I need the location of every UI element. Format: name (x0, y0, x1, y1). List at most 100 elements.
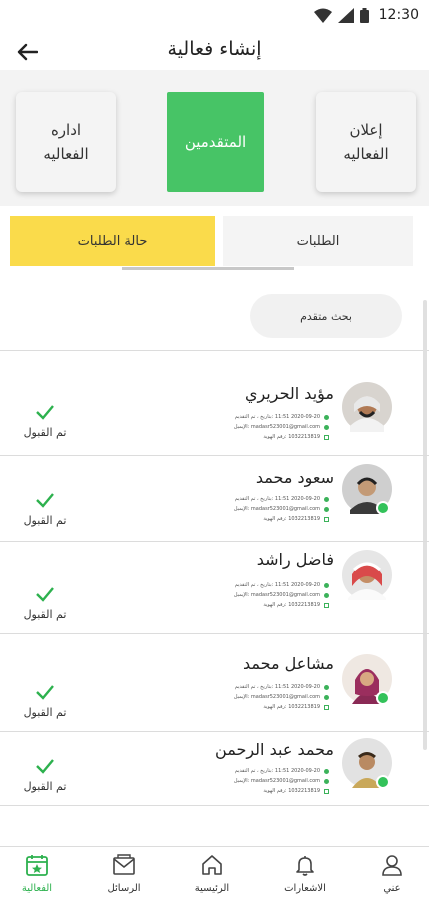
check-icon (36, 587, 54, 602)
clock-icon (324, 496, 329, 502)
clock-icon (324, 414, 329, 420)
step-applicants[interactable]: المتقدمين (167, 92, 264, 192)
id-card-icon (324, 788, 329, 794)
applicant-name: مشاعل محمد (242, 654, 334, 673)
applicant-meta: 2020-09-20 11:51 :بتاريخ ، تم التقديم ma… (179, 412, 329, 442)
applicant-name: مؤيد الحريري (244, 384, 334, 403)
applied-date: 2020-09-20 11:51 :بتاريخ ، تم التقديم (179, 494, 329, 504)
mail-icon (324, 424, 329, 430)
mail-icon (113, 854, 135, 875)
online-indicator (376, 691, 390, 705)
applicant-id: 1032213819 :رقم الهوية (179, 600, 329, 610)
applied-date: 2020-09-20 11:51 :بتاريخ ، تم التقديم (179, 580, 329, 590)
avatar (342, 550, 392, 600)
applicant-row[interactable]: سعود محمد 2020-09-20 11:51 :بتاريخ ، تم … (0, 456, 429, 542)
divider (0, 350, 429, 351)
applicant-name: محمد عبد الرحمن (215, 740, 334, 759)
applicant-email: madasr523001@gmail.com :الإيميل (179, 504, 329, 514)
applicant-email: madasr523001@gmail.com :الإيميل (179, 422, 329, 432)
bell-icon (296, 856, 314, 876)
tab-requests-status[interactable]: حالة الطلبات (10, 216, 215, 266)
applicant-name: سعود محمد (255, 468, 334, 487)
avatar (342, 382, 392, 432)
mail-icon (324, 694, 329, 700)
id-card-icon (324, 516, 329, 522)
nav-messages[interactable]: الرسائل (89, 853, 159, 894)
nav-label: الفعالية (21, 883, 53, 894)
applicant-id: 1032213819 :رقم الهوية (179, 514, 329, 524)
applicant-id: 1032213819 :رقم الهوية (179, 702, 329, 712)
avatar (342, 738, 392, 789)
accepted-status: تم القبول (20, 684, 70, 719)
applied-date: 2020-09-20 11:51 :بتاريخ ، تم التقديم (179, 766, 329, 776)
accepted-status: تم القبول (20, 586, 70, 621)
battery-icon (359, 7, 369, 23)
accepted-label: تم القبول (23, 706, 67, 719)
mail-icon (324, 506, 329, 512)
status-time: 12:30 (378, 7, 419, 23)
applicant-row[interactable]: فاضل راشد 2020-09-20 11:51 :بتاريخ ، تم … (0, 542, 429, 634)
page-title: إنشاء فعالية (167, 38, 262, 60)
nav-notifications[interactable]: الاشعارات (270, 853, 340, 894)
applicant-email: madasr523001@gmail.com :الإيميل (179, 590, 329, 600)
applicant-meta: 2020-09-20 11:51 :بتاريخ ، تم التقديم ma… (179, 494, 329, 524)
step-event-management[interactable]: اداره الفعاليه (16, 92, 116, 192)
online-indicator (376, 501, 390, 515)
applicant-email: madasr523001@gmail.com :الإيميل (179, 776, 329, 786)
accepted-label: تم القبول (23, 426, 67, 439)
clock-icon (324, 684, 329, 690)
applicant-name: فاضل راشد (256, 550, 334, 569)
nav-me[interactable]: عني (357, 853, 427, 894)
applied-date: 2020-09-20 11:51 :بتاريخ ، تم التقديم (179, 412, 329, 422)
accepted-label: تم القبول (23, 608, 67, 621)
applicant-email: madasr523001@gmail.com :الإيميل (179, 692, 329, 702)
clock-icon (324, 582, 329, 588)
step-label-line2: الفعاليه (343, 145, 389, 163)
accepted-label: تم القبول (23, 514, 67, 527)
nav-home[interactable]: الرئيسية (177, 853, 247, 894)
applicant-meta: 2020-09-20 11:51 :بتاريخ ، تم التقديم ma… (179, 766, 329, 796)
id-card-icon (324, 434, 329, 440)
nav-events[interactable]: الفعالية (2, 853, 72, 894)
check-icon (36, 405, 54, 420)
nav-label: الاشعارات (284, 883, 326, 894)
accepted-status: تم القبول (20, 758, 70, 793)
applicant-meta: 2020-09-20 11:51 :بتاريخ ، تم التقديم ma… (179, 682, 329, 712)
avatar (342, 464, 392, 515)
tab-requests[interactable]: الطلبات (223, 216, 413, 266)
step-label-line1: اداره (50, 121, 82, 139)
home-icon (202, 855, 222, 875)
step-label-line1: إعلان (349, 121, 383, 139)
steps-area: إعلان الفعاليه المتقدمين اداره الفعاليه (0, 70, 429, 206)
check-icon (36, 493, 54, 508)
applicant-row[interactable]: محمد عبد الرحمن 2020-09-20 11:51 :بتاريخ… (0, 732, 429, 806)
step-event-announcement[interactable]: إعلان الفعاليه (316, 92, 416, 192)
applicant-row[interactable]: مشاعل محمد 2020-09-20 11:51 :بتاريخ ، تم… (0, 634, 429, 732)
clock-icon (324, 768, 329, 774)
signal-icon (337, 7, 354, 23)
mail-icon (324, 592, 329, 598)
app-bar: إنشاء فعالية (0, 34, 429, 70)
online-indicator (376, 775, 390, 789)
check-icon (36, 685, 54, 700)
applicant-row[interactable]: مؤيد الحريري 2020-09-20 11:51 :بتاريخ ، … (0, 370, 429, 456)
id-card-icon (324, 704, 329, 710)
applicant-meta: 2020-09-20 11:51 :بتاريخ ، تم التقديم ma… (179, 580, 329, 610)
id-card-icon (324, 602, 329, 608)
accepted-status: تم القبول (20, 492, 70, 527)
wifi-icon (313, 8, 332, 23)
status-bar: 12:30 (0, 0, 429, 34)
advanced-search-button[interactable]: بحث متقدم (250, 294, 402, 338)
tab-indicator (122, 267, 294, 270)
calendar-icon (26, 855, 48, 876)
step-label-line2: الفعاليه (43, 145, 89, 163)
accepted-status: تم القبول (20, 404, 70, 439)
avatar (342, 654, 392, 705)
applied-date: 2020-09-20 11:51 :بتاريخ ، تم التقديم (179, 682, 329, 692)
nav-label: الرسائل (107, 883, 141, 894)
applicant-id: 1032213819 :رقم الهوية (179, 786, 329, 796)
step-label: المتقدمين (184, 133, 247, 151)
applicant-id: 1032213819 :رقم الهوية (179, 432, 329, 442)
check-icon (36, 759, 54, 774)
nav-label: الرئيسية (194, 883, 230, 894)
